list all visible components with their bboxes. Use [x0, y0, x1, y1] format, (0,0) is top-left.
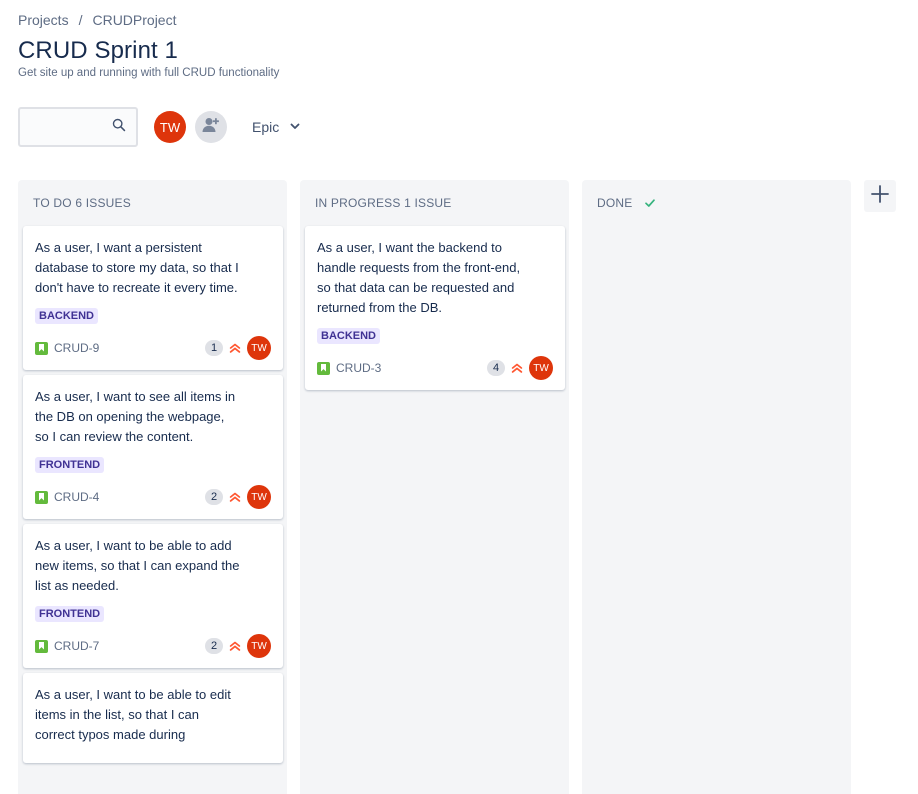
check-icon	[644, 197, 656, 209]
issue-card[interactable]: As a user, I want to be able to add new …	[23, 524, 283, 668]
story-points-badge: 2	[205, 489, 223, 505]
story-icon	[35, 639, 48, 653]
story-points-badge: 2	[205, 638, 223, 654]
card-summary: As a user, I want a persistent database …	[35, 240, 239, 295]
issue-key[interactable]: CRUD-7	[54, 639, 99, 653]
card-summary: As a user, I want to be able to edit ite…	[35, 687, 231, 742]
add-column-button[interactable]	[864, 180, 896, 212]
assignee-avatar[interactable]: TW	[247, 336, 271, 360]
card-meta: 1 TW	[205, 336, 271, 360]
issue-key[interactable]: CRUD-4	[54, 490, 99, 504]
card-meta: 2 TW	[205, 634, 271, 658]
issue-card[interactable]: As a user, I want to see all items in th…	[23, 375, 283, 519]
epic-filter-label: Epic	[252, 119, 280, 135]
highest-priority-icon	[228, 341, 242, 355]
column-header-todo: TO DO 6 ISSUES	[33, 196, 131, 210]
search-input[interactable]	[20, 109, 112, 145]
assignee-avatar[interactable]: TW	[247, 634, 271, 658]
breadcrumb-separator: /	[78, 12, 83, 28]
card-summary: As a user, I want to see all items in th…	[35, 389, 236, 444]
assignee-avatar[interactable]: TW	[529, 356, 553, 380]
epic-label[interactable]: FRONTEND	[35, 606, 105, 622]
card-footer: CRUD-3 4 TW	[317, 356, 553, 380]
highest-priority-icon	[510, 361, 524, 375]
search-icon[interactable]	[112, 118, 126, 137]
column-done: DONE	[582, 180, 851, 794]
breadcrumb: Projects / CRUDProject	[18, 12, 176, 28]
story-icon	[35, 341, 48, 355]
story-icon	[317, 361, 330, 375]
issue-card[interactable]: As a user, I want the backend to handle …	[305, 226, 565, 390]
epic-label[interactable]: FRONTEND	[35, 457, 105, 473]
issue-key[interactable]: CRUD-3	[336, 361, 381, 375]
issue-card[interactable]: As a user, I want a persistent database …	[23, 226, 283, 370]
story-points-badge: 4	[487, 360, 505, 376]
card-key: CRUD-4	[35, 490, 99, 504]
card-meta: 2 TW	[205, 485, 271, 509]
card-key: CRUD-3	[317, 361, 381, 375]
breadcrumb-project[interactable]: CRUDProject	[92, 12, 176, 28]
issue-key[interactable]: CRUD-9	[54, 341, 99, 355]
epic-label[interactable]: BACKEND	[317, 328, 380, 344]
add-people-button[interactable]	[195, 111, 227, 143]
column-todo: TO DO 6 ISSUES As a user, I want a persi…	[18, 180, 287, 794]
card-key: CRUD-9	[35, 341, 99, 355]
plus-icon	[870, 184, 890, 209]
sprint-goal: Get site up and running with full CRUD f…	[18, 67, 280, 79]
chevron-down-icon	[289, 119, 301, 135]
breadcrumb-projects[interactable]: Projects	[18, 12, 69, 28]
card-summary: As a user, I want the backend to handle …	[317, 240, 521, 315]
sprint-board-page: Projects / CRUDProject CRUD Sprint 1 Get…	[0, 0, 918, 794]
card-meta: 4 TW	[487, 356, 553, 380]
page-title: CRUD Sprint 1	[18, 37, 179, 64]
column-header-in-progress: IN PROGRESS 1 ISSUE	[315, 196, 452, 210]
issue-card[interactable]: As a user, I want to be able to edit ite…	[23, 673, 283, 763]
story-points-badge: 1	[205, 340, 223, 356]
card-key: CRUD-7	[35, 639, 99, 653]
assignee-filter-avatar[interactable]: TW	[154, 111, 186, 143]
card-footer: CRUD-7 2 TW	[35, 634, 271, 658]
highest-priority-icon	[228, 639, 242, 653]
epic-label[interactable]: BACKEND	[35, 308, 98, 324]
add-person-icon	[201, 115, 221, 140]
column-title-done: DONE	[597, 196, 633, 210]
column-header-done: DONE	[587, 180, 846, 226]
search-box	[18, 107, 138, 147]
highest-priority-icon	[228, 490, 242, 504]
column-in-progress: IN PROGRESS 1 ISSUE As a user, I want th…	[300, 180, 569, 794]
assignee-avatar[interactable]: TW	[247, 485, 271, 509]
card-footer: CRUD-4 2 TW	[35, 485, 271, 509]
card-summary: As a user, I want to be able to add new …	[35, 538, 240, 593]
epic-filter-dropdown[interactable]: Epic	[244, 111, 309, 143]
card-footer: CRUD-9 1 TW	[35, 336, 271, 360]
story-icon	[35, 490, 48, 504]
